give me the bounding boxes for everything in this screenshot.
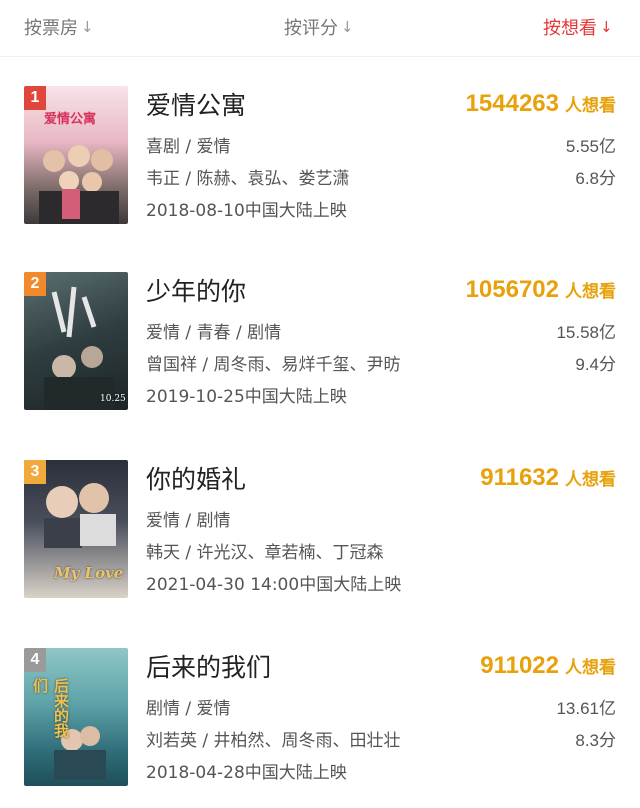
poster-title-text: 爱情公寓 bbox=[44, 112, 97, 127]
want-count: 1056702 人想看 bbox=[466, 276, 616, 304]
box-office: 13.61亿 bbox=[556, 699, 616, 718]
movie-item[interactable]: My Love 3 你的婚礼 911632 人想看 爱情 / 剧情 韩天 / 许… bbox=[0, 460, 640, 620]
sort-by-want-label: 按想看 bbox=[543, 18, 597, 39]
sort-down-arrow-icon: ↓ bbox=[81, 18, 94, 36]
want-count: 911632 人想看 bbox=[480, 464, 616, 492]
box-office: 5.55亿 bbox=[565, 137, 616, 156]
movie-poster[interactable]: 10.25 2 bbox=[24, 272, 128, 410]
movie-item[interactable]: 爱情公寓 1 爱情公寓 1544263 人想看 喜剧 / 爱情 5.55亿 韦正… bbox=[0, 86, 640, 246]
rank-badge: 3 bbox=[24, 460, 46, 484]
movie-title[interactable]: 爱情公寓 bbox=[146, 86, 246, 122]
sort-down-arrow-icon: ↓ bbox=[341, 18, 354, 36]
movie-item[interactable]: 后来的我们 4 后来的我们 911022 人想看 剧情 / 爱情 13.61亿 … bbox=[0, 648, 640, 808]
sort-bar: 按票房 ↓ 按评分 ↓ 按想看 ↓ bbox=[0, 0, 640, 57]
movie-score: 6.8分 bbox=[575, 169, 616, 188]
movie-genre: 爱情 / 剧情 bbox=[146, 511, 231, 531]
sort-by-score-label: 按评分 bbox=[284, 18, 338, 39]
movie-cast: 韦正 / 陈赫、袁弘、娄艺潇 bbox=[146, 169, 350, 189]
movie-cast: 韩天 / 许光汉、章若楠、丁冠森 bbox=[146, 543, 384, 563]
release-date: 2018-04-28中国大陆上映 bbox=[146, 763, 347, 783]
release-date: 2019-10-25中国大陆上映 bbox=[146, 387, 347, 407]
want-count: 911022 人想看 bbox=[480, 652, 616, 680]
release-date: 2021-04-30 14:00中国大陆上映 bbox=[146, 575, 402, 595]
want-suffix: 人想看 bbox=[565, 96, 616, 116]
poster-title-text: My Love bbox=[54, 564, 124, 582]
want-number: 911632 bbox=[480, 464, 559, 491]
sort-by-want[interactable]: 按想看 ↓ bbox=[543, 14, 613, 40]
movie-title[interactable]: 你的婚礼 bbox=[146, 460, 246, 496]
poster-title-text: 后来的我们 bbox=[31, 678, 70, 738]
movie-poster[interactable]: 爱情公寓 1 bbox=[24, 86, 128, 224]
sort-by-box-office-label: 按票房 bbox=[24, 18, 78, 39]
movie-title[interactable]: 后来的我们 bbox=[146, 648, 271, 684]
want-number: 1056702 bbox=[465, 276, 559, 303]
movie-genre: 爱情 / 青春 / 剧情 bbox=[146, 323, 282, 343]
release-date: 2018-08-10中国大陆上映 bbox=[146, 201, 347, 221]
box-office: 15.58亿 bbox=[556, 323, 616, 342]
sort-by-box-office[interactable]: 按票房 ↓ bbox=[24, 14, 94, 40]
want-number: 911022 bbox=[480, 652, 559, 679]
sort-by-score[interactable]: 按评分 ↓ bbox=[284, 14, 354, 40]
movie-poster[interactable]: 后来的我们 4 bbox=[24, 648, 128, 786]
movie-poster[interactable]: My Love 3 bbox=[24, 460, 128, 598]
want-count: 1544263 人想看 bbox=[466, 90, 616, 118]
movie-score: 8.3分 bbox=[575, 731, 616, 750]
movie-cast: 刘若英 / 井柏然、周冬雨、田壮壮 bbox=[146, 731, 401, 751]
want-number: 1544263 bbox=[465, 90, 559, 117]
want-suffix: 人想看 bbox=[565, 282, 616, 302]
movie-title[interactable]: 少年的你 bbox=[146, 272, 246, 308]
want-suffix: 人想看 bbox=[565, 658, 616, 678]
rank-badge: 2 bbox=[24, 272, 46, 296]
movie-score: 9.4分 bbox=[575, 355, 616, 374]
movie-cast: 曾国祥 / 周冬雨、易烊千玺、尹昉 bbox=[146, 355, 401, 375]
poster-date-text: 10.25 bbox=[100, 394, 126, 404]
movie-genre: 喜剧 / 爱情 bbox=[146, 137, 231, 157]
rank-badge: 1 bbox=[24, 86, 46, 110]
movie-genre: 剧情 / 爱情 bbox=[146, 699, 231, 719]
movie-item[interactable]: 10.25 2 少年的你 1056702 人想看 爱情 / 青春 / 剧情 15… bbox=[0, 272, 640, 432]
want-suffix: 人想看 bbox=[565, 470, 616, 490]
rank-badge: 4 bbox=[24, 648, 46, 672]
sort-down-arrow-icon: ↓ bbox=[600, 18, 613, 36]
